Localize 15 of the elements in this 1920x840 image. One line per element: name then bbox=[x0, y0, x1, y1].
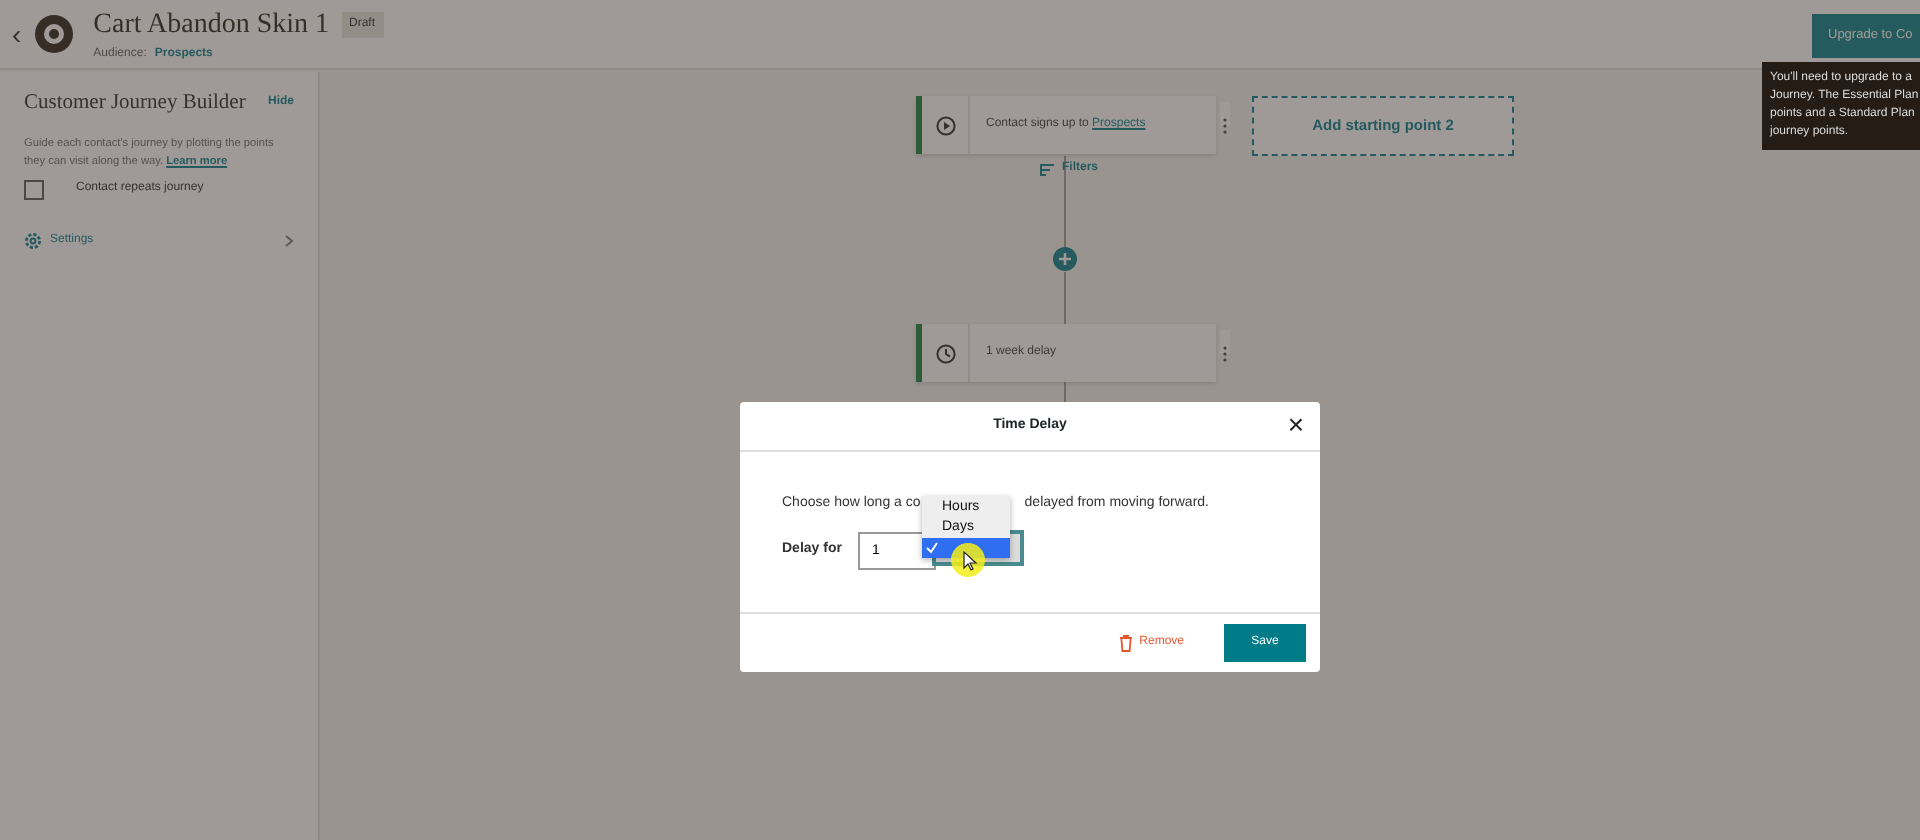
close-button[interactable]: × bbox=[1283, 408, 1308, 440]
kebab-icon bbox=[1220, 343, 1230, 364]
chevron-icon bbox=[284, 233, 294, 248]
settings-icon bbox=[24, 231, 42, 250]
logo-icon bbox=[33, 14, 74, 54]
filter-icon bbox=[1040, 163, 1054, 175]
journey-title: Cart Abandon Skin 1 bbox=[93, 8, 330, 44]
play-icon bbox=[935, 115, 955, 135]
trash-icon bbox=[1117, 634, 1134, 652]
clock-icon bbox=[935, 343, 955, 363]
sidebar-title: Customer Journey Builder bbox=[24, 90, 246, 118]
back-button[interactable]: ‹ bbox=[12, 13, 22, 55]
checkbox[interactable] bbox=[24, 179, 44, 200]
add-step-icon[interactable] bbox=[1052, 246, 1078, 272]
kebab-icon bbox=[1220, 115, 1230, 136]
